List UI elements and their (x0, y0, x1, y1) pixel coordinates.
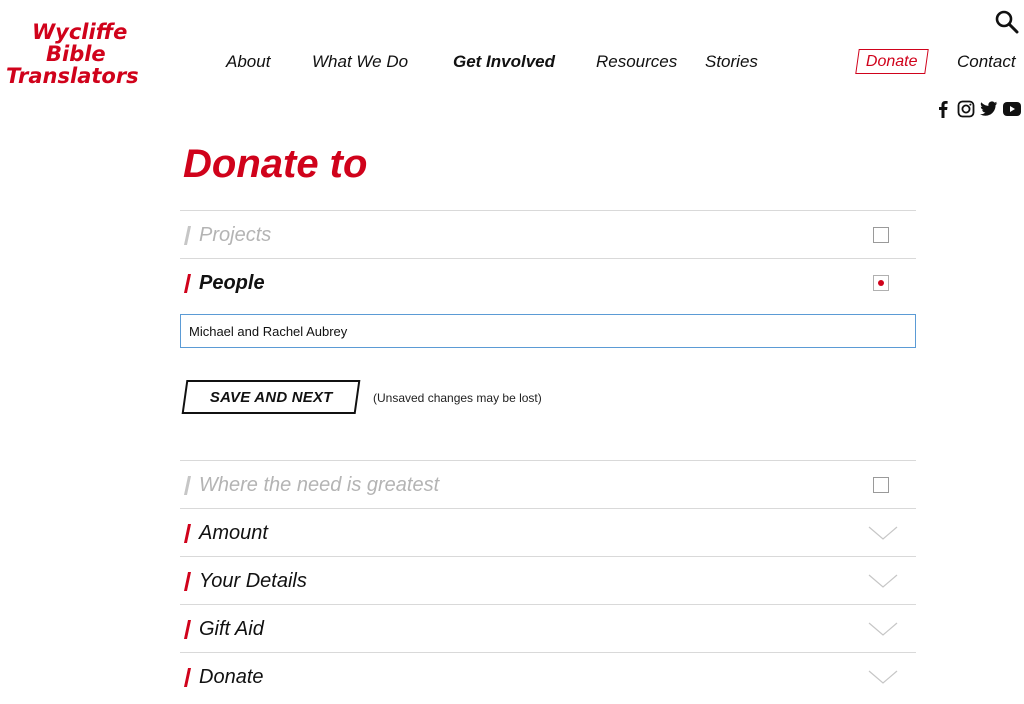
row-marker (183, 274, 192, 293)
facebook-icon[interactable] (934, 100, 952, 118)
nav-resources[interactable]: Resources (596, 52, 677, 72)
people-search-input[interactable] (180, 314, 916, 348)
projects-checkbox[interactable] (873, 227, 889, 243)
page-title: Donate to (183, 142, 368, 186)
nav-donate-button[interactable]: Donate (855, 49, 929, 74)
option-need[interactable]: Where the need is greatest (180, 462, 916, 508)
divider (180, 258, 916, 259)
instagram-icon[interactable] (957, 100, 975, 118)
option-people-label: People (199, 272, 265, 294)
logo-line-2: Bible (46, 42, 106, 66)
wycliffe-logo[interactable]: Wycliffe Bible Translators (6, 18, 148, 104)
save-and-next-button[interactable]: SAVE AND NEXT (181, 380, 361, 414)
step-your-details-label: Your Details (199, 570, 307, 592)
row-marker (183, 524, 192, 543)
row-marker (183, 620, 192, 639)
divider (180, 652, 916, 653)
row-marker (183, 476, 192, 495)
nav-get-involved[interactable]: Get Involved (453, 52, 555, 72)
row-marker (183, 572, 192, 591)
step-donate[interactable]: Donate (180, 654, 916, 700)
save-and-next-label: SAVE AND NEXT (209, 388, 333, 406)
divider (180, 508, 916, 509)
step-donate-label: Donate (199, 666, 264, 688)
step-amount[interactable]: Amount (180, 510, 916, 556)
divider (180, 604, 916, 605)
unsaved-note: (Unsaved changes may be lost) (373, 391, 542, 405)
people-checkbox[interactable] (873, 275, 889, 291)
divider (180, 556, 916, 557)
chevron-down-icon[interactable] (868, 620, 898, 638)
divider (180, 210, 916, 211)
nav-about[interactable]: About (226, 52, 270, 72)
nav-stories[interactable]: Stories (705, 52, 758, 72)
search-icon[interactable] (994, 9, 1020, 35)
option-need-label: Where the need is greatest (199, 474, 440, 496)
step-your-details[interactable]: Your Details (180, 558, 916, 604)
option-people[interactable]: People (180, 260, 916, 306)
twitter-icon[interactable] (980, 100, 998, 118)
nav-contact[interactable]: Contact (957, 52, 1016, 72)
row-marker (183, 226, 192, 245)
chevron-down-icon[interactable] (868, 572, 898, 590)
option-projects[interactable]: Projects (180, 212, 916, 258)
need-checkbox[interactable] (873, 477, 889, 493)
step-amount-label: Amount (199, 522, 268, 544)
divider (180, 460, 916, 461)
nav-donate-label: Donate (866, 52, 918, 70)
nav-what-we-do[interactable]: What We Do (312, 52, 408, 72)
step-gift-aid-label: Gift Aid (199, 618, 264, 640)
step-gift-aid[interactable]: Gift Aid (180, 606, 916, 652)
social-links (934, 99, 1021, 119)
youtube-icon[interactable] (1003, 100, 1021, 118)
option-projects-label: Projects (199, 224, 272, 246)
chevron-down-icon[interactable] (868, 668, 898, 686)
chevron-down-icon[interactable] (868, 524, 898, 542)
logo-line-1: Wycliffe (32, 20, 128, 44)
row-marker (183, 668, 192, 687)
logo-line-3: Translators (6, 64, 139, 88)
selected-dot (878, 280, 884, 286)
